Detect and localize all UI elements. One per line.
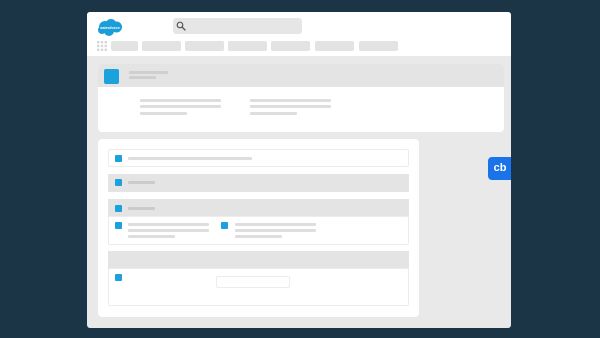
section-2-icon [115,205,122,212]
field-b-icon [221,222,228,229]
cb-widget-button[interactable]: cb [488,157,511,180]
highlight-field-2-line-1 [250,99,331,102]
search-icon [176,21,186,31]
record-header-bar [98,64,504,87]
record-header-card [98,64,504,132]
global-search[interactable] [173,18,302,34]
nav-tab-7[interactable] [359,41,398,51]
detail-card [98,139,419,317]
section-1-icon [115,179,122,186]
field-a-icon [115,222,122,229]
logo-text: salesforce [100,25,120,30]
section-1-title [128,181,155,184]
app-launcher-icon[interactable] [97,41,107,51]
field-b-line-3 [235,235,282,238]
highlight-field-1-line-2 [140,105,221,108]
record-icon [104,69,119,84]
highlight-field-2-line-3 [250,112,297,115]
row-1-icon [115,155,122,162]
browser-window: salesforce cb [87,12,511,328]
section-header-3[interactable] [108,251,409,269]
nav-tab-4[interactable] [228,41,267,51]
search-input[interactable] [189,18,297,34]
record-subtitle [129,76,156,79]
global-header: salesforce [87,12,511,56]
field-b-line-1 [235,223,316,226]
row-1-text [128,157,252,160]
field-a-line-1 [128,223,209,226]
field-a-line-3 [128,235,175,238]
nav-tab-3[interactable] [185,41,224,51]
field-c-input[interactable] [216,276,290,288]
record-title [129,71,168,74]
nav-tab-2[interactable] [142,41,181,51]
field-a-line-2 [128,229,209,232]
highlight-field-1-line-3 [140,112,187,115]
highlight-field-2-line-2 [250,105,331,108]
field-b-line-2 [235,229,316,232]
nav-tab-1[interactable] [111,41,138,51]
section-2-title [128,207,155,210]
field-c-icon [115,274,122,281]
nav-tab-5[interactable] [271,41,310,51]
highlight-field-1-line-1 [140,99,221,102]
nav-tab-6[interactable] [315,41,354,51]
